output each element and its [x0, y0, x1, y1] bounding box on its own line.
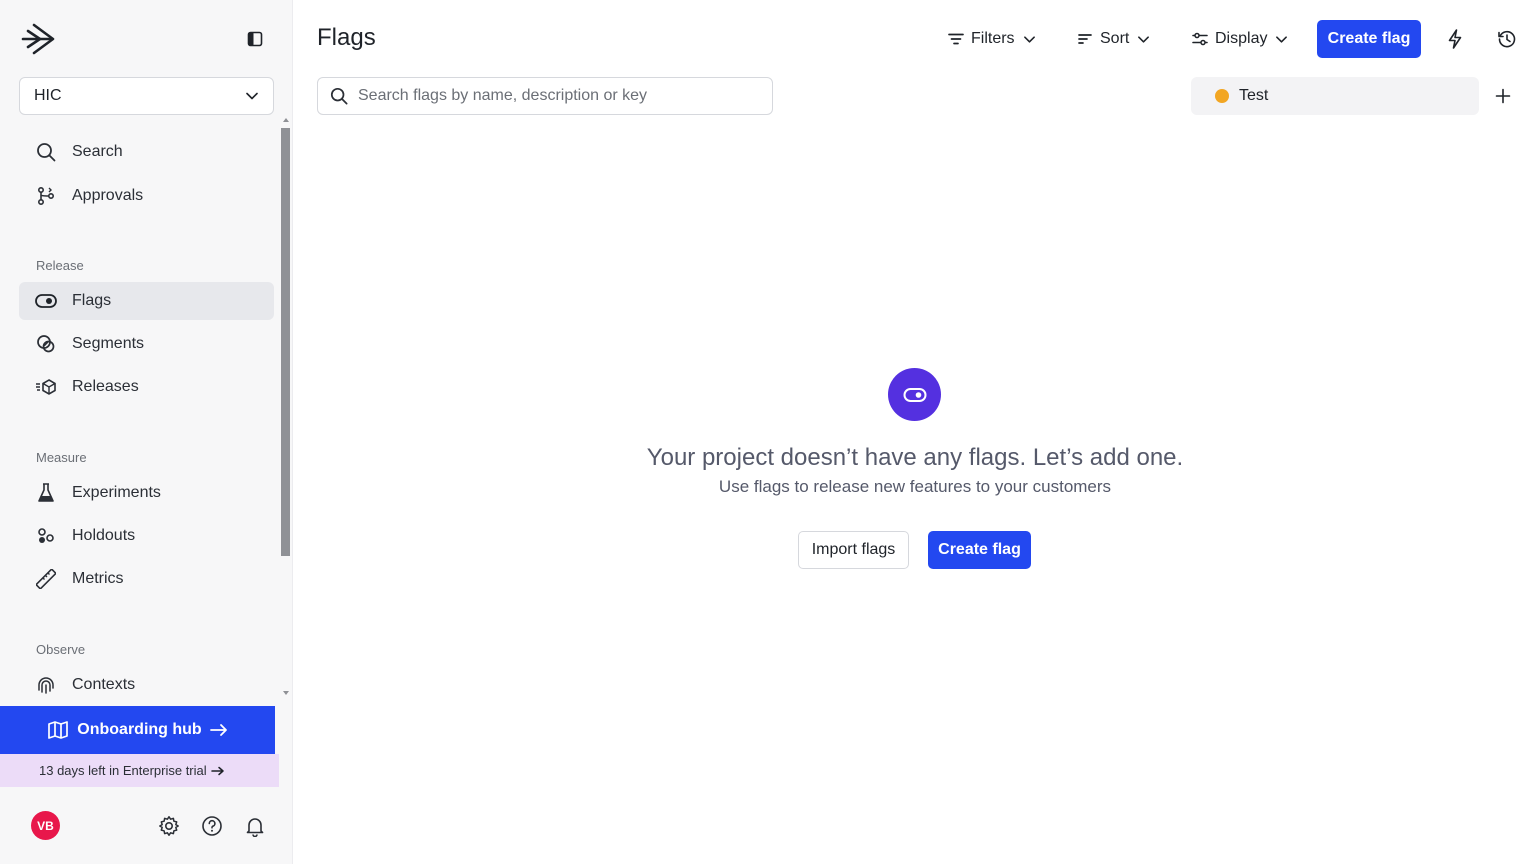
sidebar-item-search[interactable]: Search — [19, 133, 274, 171]
sort-button[interactable]: Sort — [1078, 26, 1150, 52]
sidebar-scrollbar[interactable] — [281, 128, 290, 556]
avatar[interactable]: VB — [31, 811, 60, 840]
holdouts-icon — [35, 525, 57, 547]
help-icon[interactable] — [200, 814, 224, 838]
sidebar-item-contexts[interactable]: Contexts — [19, 666, 274, 700]
onboarding-hub-label: Onboarding hub — [77, 721, 202, 738]
environment-chip[interactable]: Test — [1191, 77, 1479, 115]
releases-icon — [35, 376, 57, 398]
trial-text: 13 days left in Enterprise trial — [39, 763, 207, 778]
sidebar-item-label: Segments — [72, 335, 145, 352]
search-icon — [35, 141, 57, 163]
sidebar-item-flags[interactable]: Flags — [19, 282, 274, 320]
segments-icon — [35, 333, 57, 355]
section-label-release: Release — [36, 258, 84, 273]
sidebar-item-label: Search — [72, 143, 123, 160]
empty-state-title: Your project doesn’t have any flags. Let… — [646, 444, 1184, 471]
ruler-icon — [35, 568, 57, 590]
display-button[interactable]: Display — [1192, 26, 1288, 52]
arrow-right-icon — [209, 723, 228, 737]
import-flags-button[interactable]: Import flags — [798, 531, 909, 569]
create-flag-empty-button[interactable]: Create flag — [928, 531, 1031, 569]
toggle-icon — [35, 290, 57, 312]
launchdarkly-logo-icon[interactable] — [20, 20, 58, 58]
chevron-down-icon — [1023, 33, 1036, 46]
project-name: HIC — [34, 87, 62, 104]
sidebar-item-label: Contexts — [72, 676, 136, 693]
lightning-icon[interactable] — [1443, 27, 1467, 51]
empty-state-subtitle: Use flags to release new features to you… — [718, 477, 1112, 496]
chevron-down-icon — [1275, 33, 1288, 46]
sidebar-item-label: Approvals — [72, 187, 144, 204]
filters-button[interactable]: Filters — [948, 26, 1036, 52]
environment-color-dot — [1215, 89, 1229, 103]
sliders-icon — [1192, 32, 1208, 46]
sidebar-item-label: Metrics — [72, 570, 124, 587]
sort-label: Sort — [1100, 30, 1130, 47]
scroll-up-arrow[interactable] — [283, 118, 289, 122]
create-flag-button[interactable]: Create flag — [1317, 20, 1421, 58]
bell-icon[interactable] — [243, 814, 267, 838]
sidebar: HIC Search Approvals Release Flags Segme… — [0, 0, 293, 864]
sidebar-item-label: Holdouts — [72, 527, 136, 544]
display-label: Display — [1215, 30, 1268, 47]
chevron-down-icon — [245, 89, 259, 103]
sidebar-item-metrics[interactable]: Metrics — [19, 560, 274, 598]
map-icon — [47, 720, 69, 740]
sidebar-item-holdouts[interactable]: Holdouts — [19, 517, 274, 555]
sidebar-nav: Search Approvals Release Flags Segments — [0, 128, 293, 700]
sort-icon — [1078, 33, 1093, 45]
sidebar-item-label: Flags — [72, 292, 112, 309]
sidebar-item-label: Experiments — [72, 484, 161, 501]
arrow-right-icon — [210, 766, 225, 776]
sidebar-item-segments[interactable]: Segments — [19, 325, 274, 363]
sidebar-item-experiments[interactable]: Experiments — [19, 474, 274, 512]
search-icon — [330, 87, 348, 105]
section-label-observe: Observe — [36, 642, 86, 657]
filter-icon — [948, 33, 964, 45]
history-icon[interactable] — [1495, 27, 1519, 51]
scroll-down-arrow[interactable] — [283, 691, 289, 695]
flask-icon — [35, 482, 57, 504]
sidebar-item-releases[interactable]: Releases — [19, 368, 274, 406]
git-merge-icon — [35, 185, 57, 207]
search-field — [317, 77, 773, 115]
chevron-down-icon — [1137, 33, 1150, 46]
gear-icon[interactable] — [157, 814, 181, 838]
section-label-measure: Measure — [36, 450, 87, 465]
collapse-sidebar-icon[interactable] — [244, 28, 266, 50]
filters-label: Filters — [971, 30, 1015, 47]
empty-state-toggle-icon — [888, 368, 941, 421]
project-select[interactable]: HIC — [19, 77, 274, 115]
sidebar-item-label: Releases — [72, 378, 139, 395]
sidebar-item-approvals[interactable]: Approvals — [19, 177, 274, 215]
trial-banner[interactable]: 13 days left in Enterprise trial — [0, 754, 279, 787]
add-environment-plus-icon[interactable] — [1491, 84, 1515, 108]
environment-name: Test — [1239, 87, 1269, 104]
fingerprint-icon — [35, 674, 57, 696]
onboarding-hub-button[interactable]: Onboarding hub — [0, 706, 275, 754]
search-input[interactable] — [358, 87, 758, 105]
page-title: Flags — [317, 24, 376, 51]
